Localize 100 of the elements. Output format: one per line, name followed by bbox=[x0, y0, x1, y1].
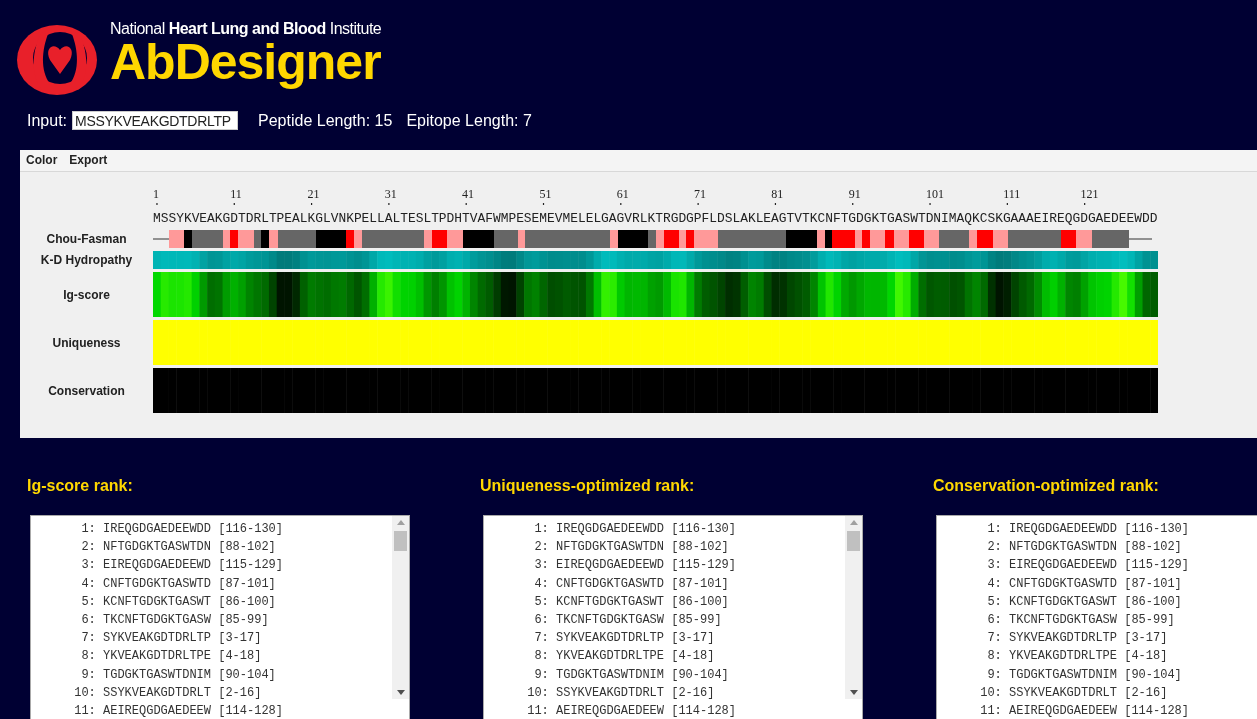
scroll-thumb[interactable] bbox=[847, 531, 860, 551]
residue-range: [116-130] bbox=[671, 521, 736, 538]
peptide-sequence: SYKVEAKGDTDRLTP bbox=[1009, 630, 1117, 648]
rank-number: 3: bbox=[533, 557, 549, 575]
rank-number: 7: bbox=[80, 630, 96, 648]
peptide-sequence: EIREQGDGAEDEEWD bbox=[556, 557, 664, 575]
ranking-list[interactable] bbox=[936, 515, 1257, 719]
peptide-sequence: IREQGDGAEDEEWDD bbox=[103, 521, 211, 538]
peptide-sequence: NFTGDGKTGASWTDN bbox=[103, 539, 211, 557]
rank-number: 3: bbox=[80, 557, 96, 575]
residue-range: [90-104] bbox=[671, 666, 729, 684]
residue-range: [88-102] bbox=[671, 539, 729, 557]
track-label: Conservation bbox=[47, 383, 126, 398]
residue-range: [86-100] bbox=[218, 593, 276, 611]
rank-number: 11: bbox=[526, 703, 549, 719]
rank-number: 4: bbox=[986, 575, 1002, 593]
peptide-sequence: KCNFTGDGKTGASWT bbox=[556, 593, 664, 611]
residue-range: [114-128] bbox=[671, 703, 736, 719]
rank-number: 4: bbox=[533, 575, 549, 593]
rank-number: 5: bbox=[533, 593, 549, 611]
position-ruler: 1 11 21 31 41 51 61 71 81 91 101 111 121 bbox=[153, 186, 1158, 208]
rank-number: 7: bbox=[986, 630, 1002, 648]
residue-range: [90-104] bbox=[218, 666, 276, 684]
residue-range: [3-17] bbox=[218, 630, 262, 648]
rank-number: 8: bbox=[533, 648, 549, 666]
ranking-list[interactable] bbox=[483, 515, 863, 719]
peptide-sequence: TGDGKTGASWTDNIM bbox=[556, 666, 664, 684]
scroll-up-icon[interactable] bbox=[849, 520, 858, 525]
residue-range: [114-128] bbox=[1124, 703, 1189, 719]
peptide-sequence: YKVEAKGDTDRLTPE bbox=[103, 648, 211, 666]
scroll-up-icon[interactable] bbox=[396, 520, 405, 525]
peptide-sequence: AEIREQGDGAEDEEW bbox=[556, 703, 664, 719]
scroll-down-icon[interactable] bbox=[396, 690, 405, 695]
rank-number: 6: bbox=[986, 612, 1002, 629]
peptide-sequence: YKVEAKGDTDRLTPE bbox=[556, 648, 664, 666]
protein-sequence: MSSYKVEAKGDTDRLTPEALKGLVNKPELLALTESLTPDHTVAFWMPESEMEVMELELGAGVRLKTRGDGPFLDSLAKLEAGTVTKCNFTGDGKTGASWTDNIMAQKCSKGAAAEIREQGDGAEDEEWDD bbox=[153, 211, 1158, 227]
peptide-sequence: EIREQGDGAEDEEWD bbox=[1009, 557, 1117, 575]
menu-item[interactable]: Color bbox=[26, 153, 58, 168]
peptide-sequence: IREQGDGAEDEEWDD bbox=[1009, 521, 1117, 538]
residue-range: [3-17] bbox=[1124, 630, 1168, 648]
rank-title: Conservation-optimized rank: bbox=[933, 477, 1160, 495]
peptide-sequence: NFTGDGKTGASWTDN bbox=[1009, 539, 1117, 557]
residue-range: [2-16] bbox=[218, 684, 262, 702]
rank-number: 5: bbox=[80, 593, 96, 611]
peptide-sequence: NFTGDGKTGASWTDN bbox=[556, 539, 664, 557]
residue-range: [3-17] bbox=[671, 630, 715, 648]
scroll-thumb[interactable] bbox=[394, 531, 407, 551]
rank-number: 7: bbox=[533, 630, 549, 648]
peptide-sequence: KCNFTGDGKTGASWT bbox=[1009, 593, 1117, 611]
peptide-sequence: TKCNFTGDGKTGASW bbox=[556, 612, 664, 629]
rank-number: 3: bbox=[986, 557, 1002, 575]
residue-range: [85-99] bbox=[1124, 612, 1175, 629]
peptide-sequence: IREQGDGAEDEEWDD bbox=[556, 521, 664, 538]
residue-range: [2-16] bbox=[671, 684, 715, 702]
menu-item[interactable]: Export bbox=[69, 153, 108, 168]
peptide-sequence: SSYKVEAKGDTDRLT bbox=[1009, 684, 1117, 702]
residue-range: [88-102] bbox=[218, 539, 276, 557]
track-label: Uniqueness bbox=[51, 335, 122, 350]
residue-range: [115-129] bbox=[1124, 557, 1189, 575]
peptide-sequence: CNFTGDGKTGASWTD bbox=[103, 575, 211, 593]
peptide-length: Peptide Length: 15 bbox=[258, 111, 393, 130]
scrollbar[interactable] bbox=[845, 516, 862, 699]
residue-range: [4-18] bbox=[671, 648, 715, 666]
scroll-down-icon[interactable] bbox=[849, 690, 858, 695]
rank-number: 9: bbox=[986, 666, 1002, 684]
track-label: K-D Hydropathy bbox=[39, 253, 134, 267]
residue-range: [115-129] bbox=[671, 557, 736, 575]
rank-number: 2: bbox=[986, 539, 1002, 557]
residue-range: [87-101] bbox=[1124, 575, 1182, 593]
rank-number: 10: bbox=[526, 684, 549, 702]
peptide-sequence: SYKVEAKGDTDRLTP bbox=[103, 630, 211, 648]
rank-number: 2: bbox=[533, 539, 549, 557]
residue-range: [87-101] bbox=[671, 575, 729, 593]
residue-range: [85-99] bbox=[218, 612, 269, 629]
rank-number: 8: bbox=[986, 648, 1002, 666]
residue-range: [114-128] bbox=[218, 703, 283, 719]
residue-range: [90-104] bbox=[1124, 666, 1182, 684]
residue-range: [2-16] bbox=[1124, 684, 1168, 702]
residue-range: [85-99] bbox=[671, 612, 722, 629]
rank-number: 10: bbox=[979, 684, 1002, 702]
residue-range: [4-18] bbox=[218, 648, 262, 666]
scrollbar[interactable] bbox=[392, 516, 409, 699]
peptide-sequence: SSYKVEAKGDTDRLT bbox=[556, 684, 664, 702]
peptide-sequence: TKCNFTGDGKTGASW bbox=[103, 612, 211, 629]
input-field[interactable]: MSSYKVEAKGDTDRLTP bbox=[72, 111, 239, 130]
rank-title: Uniqueness-optimized rank: bbox=[480, 477, 696, 495]
residue-range: [116-130] bbox=[218, 521, 283, 538]
peptide-sequence: CNFTGDGKTGASWTD bbox=[556, 575, 664, 593]
peptide-sequence: CNFTGDGKTGASWTD bbox=[1009, 575, 1117, 593]
residue-range: [87-101] bbox=[218, 575, 276, 593]
rank-number: 10: bbox=[73, 684, 96, 702]
rank-title: Ig-score rank: bbox=[27, 477, 134, 495]
rank-number: 5: bbox=[986, 593, 1002, 611]
epitope-length: Epitope Length: 7 bbox=[406, 111, 532, 130]
residue-range: [88-102] bbox=[1124, 539, 1182, 557]
track-label: Chou-Fasman bbox=[45, 232, 128, 246]
residue-range: [86-100] bbox=[671, 593, 729, 611]
peptide-sequence: AEIREQGDGAEDEEW bbox=[103, 703, 211, 719]
ranking-list[interactable] bbox=[30, 515, 410, 719]
peptide-sequence: TKCNFTGDGKTGASW bbox=[1009, 612, 1117, 629]
